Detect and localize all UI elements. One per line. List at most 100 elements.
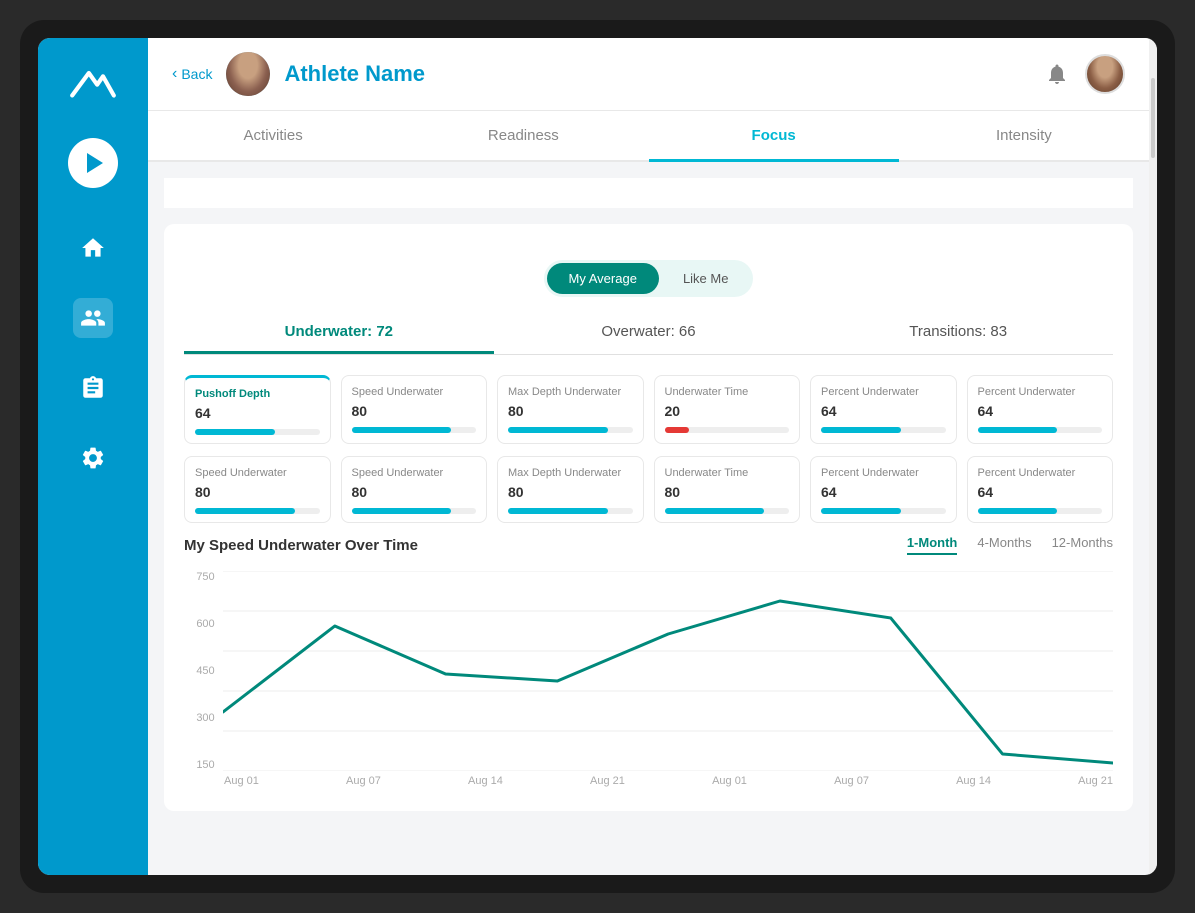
back-chevron-icon: ‹	[172, 65, 177, 83]
toggle-like-me[interactable]: Like Me	[661, 263, 751, 294]
metric-bar-bg	[665, 508, 790, 514]
tabs-bar: Activities Readiness Focus Intensity	[148, 111, 1149, 162]
metric-name: Percent Underwater	[978, 386, 1103, 399]
metric-value: 80	[352, 403, 477, 419]
play-button[interactable]	[68, 138, 118, 188]
time-filter-12months[interactable]: 12-Months	[1052, 535, 1113, 555]
metric-bar-bg	[195, 429, 320, 435]
metric-bar-fill	[821, 427, 901, 433]
metric-name: Percent Underwater	[821, 386, 946, 399]
metric-bar-fill	[352, 508, 452, 514]
metric-card: Underwater Time 80	[654, 456, 801, 523]
metric-name: Percent Underwater	[821, 467, 946, 480]
chart-header: My Speed Underwater Over Time 1-Month 4-…	[184, 535, 1113, 555]
metric-value: 64	[821, 484, 946, 500]
metric-bar-bg	[352, 508, 477, 514]
metric-name: Percent Underwater	[978, 467, 1103, 480]
metric-bar-bg	[508, 508, 633, 514]
x-label: Aug 14	[956, 775, 991, 787]
toggle-group: My Average Like Me	[184, 260, 1113, 297]
time-filter-4months[interactable]: 4-Months	[977, 535, 1031, 555]
metric-bar-bg	[195, 508, 320, 514]
back-button[interactable]: ‹ Back	[172, 65, 212, 83]
time-filter-1month[interactable]: 1-Month	[907, 535, 958, 555]
user-avatar[interactable]	[1085, 54, 1125, 94]
metric-bar-bg	[978, 427, 1103, 433]
x-label: Aug 14	[468, 775, 503, 787]
metric-value: 80	[352, 484, 477, 500]
metric-card: Speed Underwater 80	[184, 456, 331, 523]
notification-bell-icon[interactable]	[1043, 60, 1071, 88]
metric-card: Percent Underwater 64	[810, 375, 957, 444]
sidebar-item-settings[interactable]	[73, 438, 113, 478]
header: ‹ Back Athlete Name	[148, 38, 1149, 111]
metric-bar-bg	[508, 427, 633, 433]
metric-name: Speed Underwater	[195, 467, 320, 480]
metric-value: 64	[195, 405, 320, 421]
scrollbar-thumb[interactable]	[1151, 78, 1155, 158]
main-content: ‹ Back Athlete Name	[148, 38, 1149, 875]
category-transitions[interactable]: Transitions: 83	[803, 313, 1113, 354]
categories-bar: Underwater: 72 Overwater: 66 Transitions…	[184, 313, 1113, 355]
x-label: Aug 07	[834, 775, 869, 787]
y-label: 750	[196, 571, 214, 583]
category-underwater[interactable]: Underwater: 72	[184, 313, 494, 354]
metric-value: 80	[508, 484, 633, 500]
metric-name: Max Depth Underwater	[508, 386, 633, 399]
metric-bar-bg	[821, 508, 946, 514]
metric-card: Max Depth Underwater 80	[497, 456, 644, 523]
metric-card: Speed Underwater 80	[341, 375, 488, 444]
y-label: 150	[196, 759, 214, 771]
x-label: Aug 01	[712, 775, 747, 787]
y-label: 300	[196, 712, 214, 724]
metric-bar-fill	[508, 427, 608, 433]
metric-bar-fill	[665, 427, 690, 433]
metric-card: Percent Underwater 64	[967, 456, 1114, 523]
metric-value: 64	[978, 484, 1103, 500]
metric-name: Underwater Time	[665, 467, 790, 480]
scrollbar[interactable]	[1149, 38, 1157, 875]
x-label: Aug 01	[224, 775, 259, 787]
metric-card: Speed Underwater 80	[341, 456, 488, 523]
sidebar-nav	[73, 228, 113, 855]
metric-name: Speed Underwater	[352, 386, 477, 399]
category-overwater[interactable]: Overwater: 66	[494, 313, 804, 354]
sidebar-item-clipboard[interactable]	[73, 368, 113, 408]
y-axis-labels: 750 600 450 300 150	[184, 571, 223, 771]
metric-value: 64	[821, 403, 946, 419]
x-label: Aug 07	[346, 775, 381, 787]
metric-name: Speed Underwater	[352, 467, 477, 480]
tab-readiness[interactable]: Readiness	[398, 111, 648, 160]
metric-name: Underwater Time	[665, 386, 790, 399]
main-card: My Average Like Me Underwater: 72 Overwa…	[164, 224, 1133, 811]
tab-activities[interactable]: Activities	[148, 111, 398, 160]
metric-bar-fill	[978, 427, 1058, 433]
app-logo	[63, 58, 123, 108]
metric-bar-fill	[508, 508, 608, 514]
header-actions	[1043, 54, 1125, 94]
athlete-name: Athlete Name	[284, 61, 1029, 87]
x-label: Aug 21	[590, 775, 625, 787]
metric-value: 80	[665, 484, 790, 500]
metric-card: Pushoff Depth 64	[184, 375, 331, 444]
metric-value: 64	[978, 403, 1103, 419]
athlete-avatar	[226, 52, 270, 96]
metric-bar-bg	[665, 427, 790, 433]
metric-bar-fill	[352, 427, 452, 433]
metrics-row-1: Pushoff Depth 64 Speed Underwater 80	[184, 375, 1113, 444]
metric-bar-fill	[195, 508, 295, 514]
sidebar-item-home[interactable]	[73, 228, 113, 268]
chart-container: 750 600 450 300 150	[184, 571, 1113, 791]
metric-bar-bg	[821, 427, 946, 433]
sidebar-item-team[interactable]	[73, 298, 113, 338]
content-area: My Average Like Me Underwater: 72 Overwa…	[148, 162, 1149, 875]
x-label: Aug 21	[1078, 775, 1113, 787]
tab-intensity[interactable]: Intensity	[899, 111, 1149, 160]
metrics-row-2: Speed Underwater 80 Speed Underwater 80	[184, 456, 1113, 523]
metric-card: Underwater Time 20	[654, 375, 801, 444]
toggle-my-average[interactable]: My Average	[547, 263, 659, 294]
toggle-container: My Average Like Me	[544, 260, 754, 297]
y-label: 600	[196, 618, 214, 630]
metric-card: Max Depth Underwater 80	[497, 375, 644, 444]
tab-focus[interactable]: Focus	[649, 111, 899, 160]
